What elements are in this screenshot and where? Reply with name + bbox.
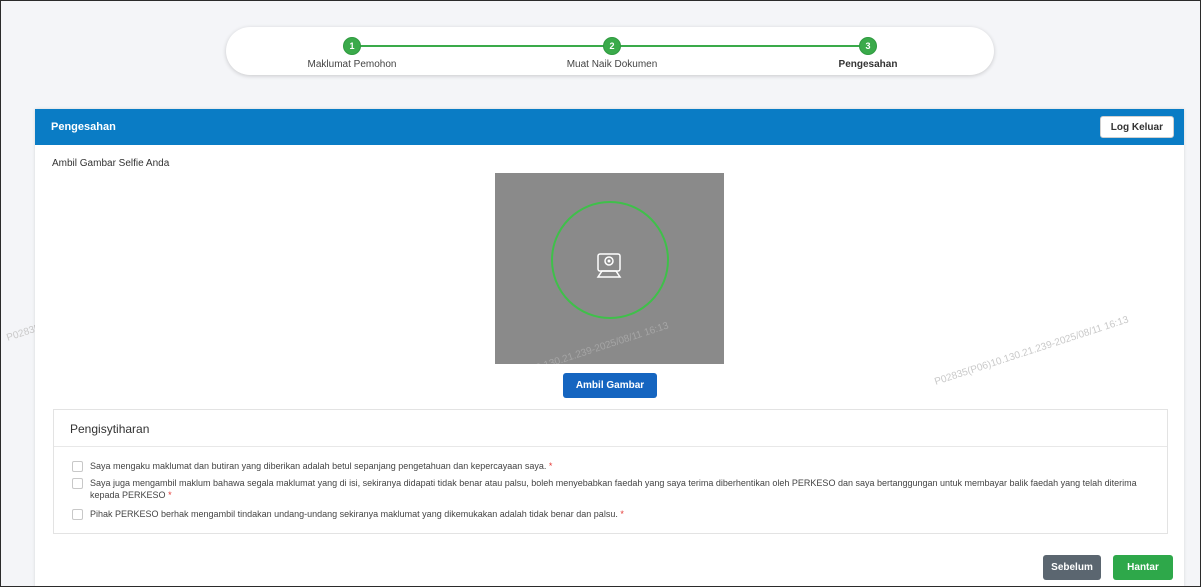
declaration-text-3: Pihak PERKESO berhak mengambil tindakan … — [90, 509, 618, 519]
app-frame: 1 Maklumat Pemohon 2 Muat Naik Dokumen 3… — [0, 0, 1201, 587]
webcam-icon — [594, 251, 624, 286]
required-mark-1: * — [548, 461, 553, 471]
declaration-checkbox-2[interactable] — [72, 478, 83, 489]
declaration-text-1: Saya mengaku maklumat dan butiran yang d… — [90, 461, 547, 471]
required-mark-3: * — [620, 509, 624, 519]
step-label-1: Maklumat Pemohon — [307, 59, 397, 70]
submit-button[interactable]: Hantar — [1113, 555, 1173, 580]
declaration-checkbox-3[interactable] — [72, 509, 83, 520]
step-pengesahan[interactable]: 3 Pengesahan — [788, 37, 948, 70]
step-number-1: 1 — [343, 37, 361, 55]
step-number-2: 2 — [603, 37, 621, 55]
declaration-item-3: Pihak PERKESO berhak mengambil tindakan … — [72, 508, 1152, 520]
declaration-item-1: Saya mengaku maklumat dan butiran yang d… — [72, 460, 1152, 472]
verification-panel: Pengesahan Log Keluar Ambil Gambar Selfi… — [35, 109, 1184, 586]
camera-preview: P02835(P06)10.130.21.239-2025/08/11 16:1… — [495, 173, 724, 364]
watermark-center: P02835(P06)10.130.21.239-2025/08/11 16:1… — [495, 320, 671, 364]
declaration-text-2: Saya juga mengambil maklum bahawa segala… — [90, 478, 1137, 500]
declaration-item-2: Saya juga mengambil maklum bahawa segala… — [72, 477, 1152, 501]
step-number-3: 3 — [859, 37, 877, 55]
step-muat-naik-dokumen[interactable]: 2 Muat Naik Dokumen — [532, 37, 692, 70]
previous-button[interactable]: Sebelum — [1043, 555, 1101, 580]
declaration-card: Pengisytiharan Saya mengaku maklumat dan… — [53, 409, 1168, 534]
progress-stepper: 1 Maklumat Pemohon 2 Muat Naik Dokumen 3… — [226, 27, 994, 75]
watermark-right: P02835(P06)10.130.21.239-2025/08/11 16:1… — [933, 314, 1131, 388]
declaration-checkbox-1[interactable] — [72, 461, 83, 472]
step-label-2: Muat Naik Dokumen — [566, 59, 658, 70]
declaration-title: Pengisytiharan — [54, 410, 1167, 447]
panel-title: Pengesahan — [51, 121, 116, 133]
panel-header: Pengesahan Log Keluar — [35, 109, 1184, 145]
selfie-label: Ambil Gambar Selfie Anda — [52, 158, 170, 169]
capture-photo-button[interactable]: Ambil Gambar — [563, 373, 657, 398]
logout-button[interactable]: Log Keluar — [1099, 116, 1174, 138]
step-maklumat-pemohon[interactable]: 1 Maklumat Pemohon — [272, 37, 432, 70]
step-label-3: Pengesahan — [838, 59, 898, 70]
required-mark-2: * — [168, 490, 172, 500]
